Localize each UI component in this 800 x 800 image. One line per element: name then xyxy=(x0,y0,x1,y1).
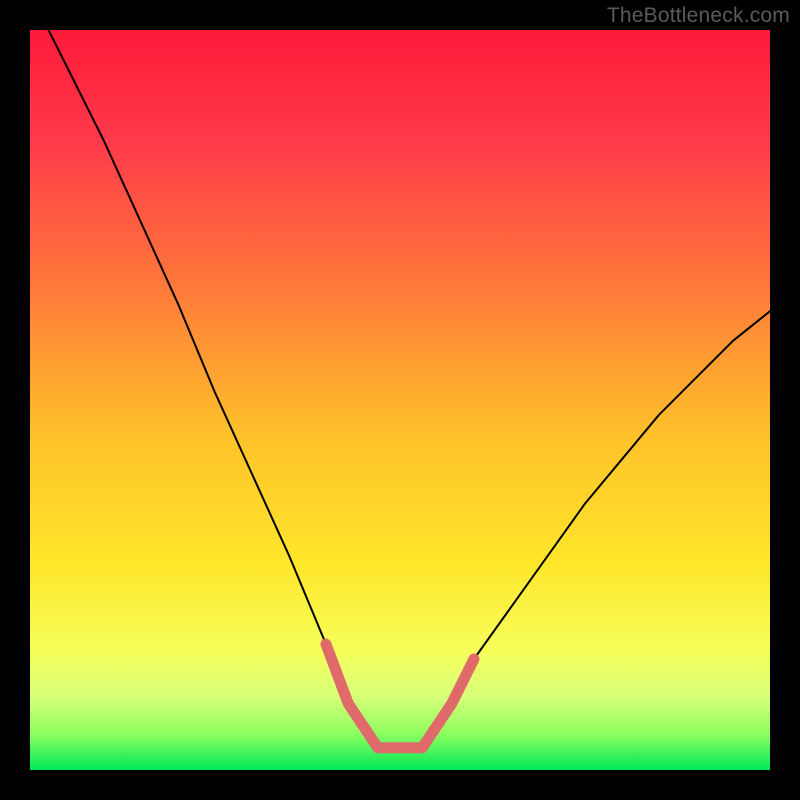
gradient-background xyxy=(30,30,770,770)
chart-frame: TheBottleneck.com xyxy=(0,0,800,800)
bottleneck-chart xyxy=(0,0,800,800)
watermark-text: TheBottleneck.com xyxy=(607,4,790,28)
